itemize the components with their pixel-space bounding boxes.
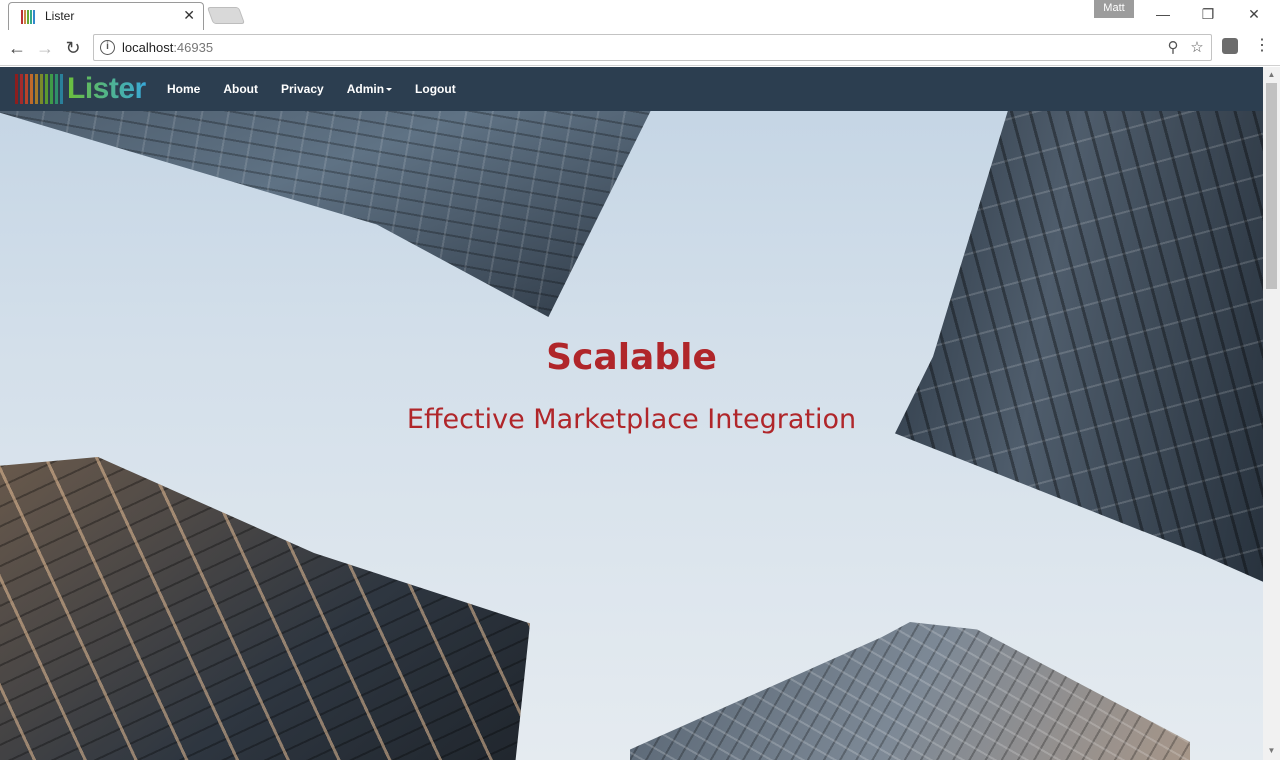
nav-links: Home About Privacy Admin Logout xyxy=(167,67,479,111)
star-icon[interactable]: ☆ xyxy=(1187,38,1207,58)
browser-toolbar: ← → ↻ i localhost:46935 ⚲ ☆ ⋮ xyxy=(0,30,1280,66)
url-text[interactable]: localhost:46935 xyxy=(122,40,213,55)
extension-icon[interactable] xyxy=(1222,38,1238,54)
building-bottom-left xyxy=(0,457,530,760)
back-icon[interactable]: ← xyxy=(5,36,29,60)
scroll-thumb[interactable] xyxy=(1266,83,1277,289)
profile-badge[interactable]: Matt xyxy=(1094,0,1134,18)
lister-favicon-icon xyxy=(21,10,37,24)
browser-titlebar: Lister ✕ Matt — ❐ ✕ xyxy=(0,0,1280,30)
menu-icon[interactable]: ⋮ xyxy=(1254,36,1270,58)
nav-admin-label: Admin xyxy=(346,82,385,96)
nav-home[interactable]: Home xyxy=(167,82,200,96)
scroll-up-icon[interactable]: ▲ xyxy=(1267,70,1276,80)
brand-name: Lister xyxy=(67,72,146,105)
caret-down-icon xyxy=(386,88,393,92)
restore-button[interactable]: ❐ xyxy=(1188,2,1228,26)
building-bottom-right xyxy=(630,622,1190,760)
minimize-button[interactable]: — xyxy=(1143,2,1183,26)
nav-privacy[interactable]: Privacy xyxy=(281,82,324,96)
nav-logout[interactable]: Logout xyxy=(415,82,456,96)
info-icon[interactable]: i xyxy=(100,40,115,55)
url-host: localhost xyxy=(122,40,174,55)
brand-logo[interactable]: Lister xyxy=(15,73,146,105)
nav-admin-dropdown[interactable]: Admin xyxy=(346,82,393,96)
nav-about[interactable]: About xyxy=(223,82,258,96)
page-scrollbar[interactable]: ▲ ▼ xyxy=(1263,67,1280,760)
hero-subtitle: Effective Marketplace Integration xyxy=(406,404,857,435)
close-window-button[interactable]: ✕ xyxy=(1234,2,1274,26)
browser-tab[interactable]: Lister ✕ xyxy=(8,2,204,30)
url-port: :46935 xyxy=(173,40,214,55)
zoom-icon[interactable]: ⚲ xyxy=(1163,38,1183,58)
scroll-down-icon[interactable]: ▼ xyxy=(1267,746,1276,756)
reload-icon[interactable]: ↻ xyxy=(61,36,85,60)
address-bar[interactable]: i localhost:46935 ⚲ ☆ xyxy=(93,34,1212,61)
tab-close-icon[interactable]: ✕ xyxy=(183,7,195,24)
page-viewport: Lister Home About Privacy Admin Logout S… xyxy=(0,67,1263,760)
tab-title: Lister xyxy=(45,9,75,23)
hero-title: Scalable xyxy=(546,337,717,378)
forward-icon[interactable]: → xyxy=(33,36,57,60)
barcode-logo-icon xyxy=(15,74,63,104)
site-navbar: Lister Home About Privacy Admin Logout xyxy=(0,67,1263,111)
new-tab-button[interactable] xyxy=(206,7,246,24)
